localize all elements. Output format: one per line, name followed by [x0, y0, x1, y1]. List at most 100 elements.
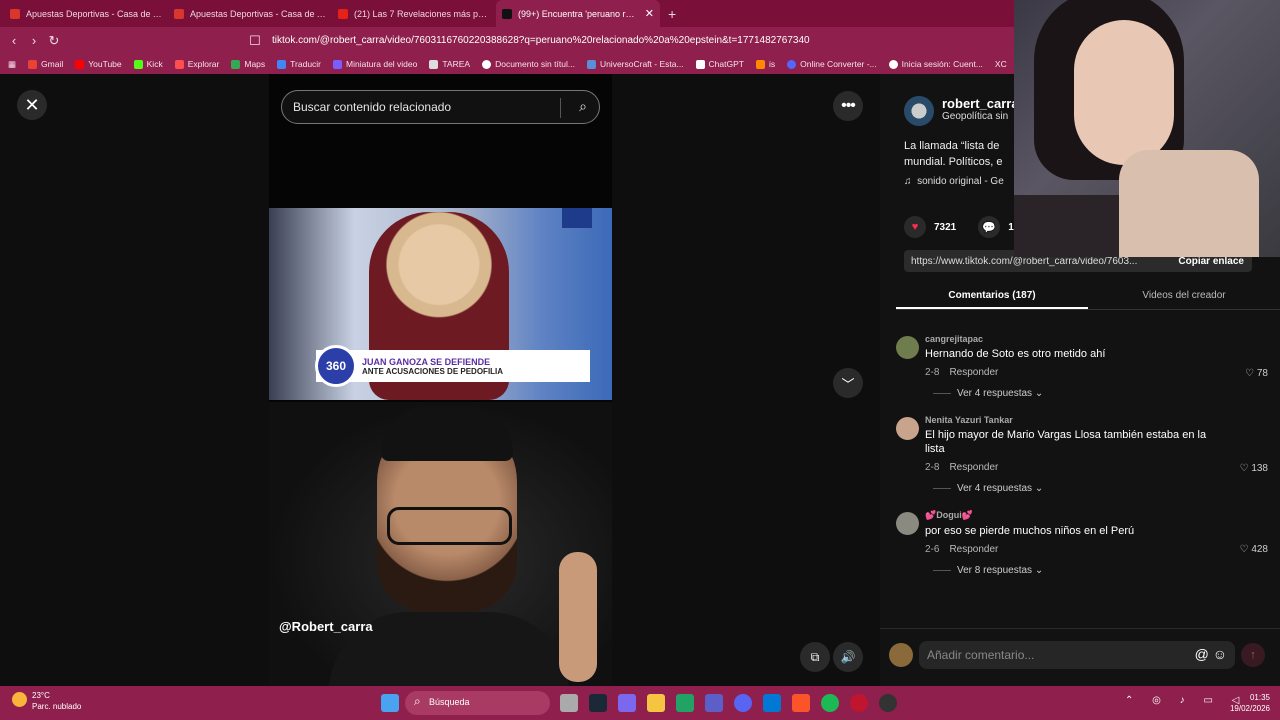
- pip-button[interactable]: ⧉: [800, 642, 830, 672]
- tab-title: (99+) Encuentra 'peruano relacionado': [518, 8, 639, 19]
- tab-comments[interactable]: Comentarios (187): [896, 286, 1088, 309]
- browser-tab-active[interactable]: (99+) Encuentra 'peruano relacionado' ✕: [496, 0, 660, 27]
- search-icon[interactable]: ⌕: [579, 98, 587, 115]
- obs-icon[interactable]: [879, 694, 897, 712]
- lower-third-line1: JUAN GANOZA SE DEFIENDE: [362, 356, 491, 367]
- comment-placeholder: Añadir comentario...: [927, 648, 1035, 662]
- author-avatar[interactable]: [904, 96, 934, 126]
- view-replies-button[interactable]: Ver 4 respuestas ⌄: [933, 388, 1218, 399]
- volume-button[interactable]: 🔊: [833, 642, 863, 672]
- tab-creator-videos[interactable]: Videos del creador: [1088, 286, 1280, 309]
- comment-like[interactable]: ♡ 78: [1245, 368, 1268, 379]
- commenter-avatar[interactable]: [896, 512, 919, 535]
- bookmark-icon[interactable]: ☐: [245, 33, 265, 49]
- browser-tab-3[interactable]: (21) Las 7 Revelaciones más perturbadora…: [332, 0, 496, 27]
- mention-emoji-icons[interactable]: @ ☺: [1195, 646, 1227, 662]
- comment-like[interactable]: ♡ 428: [1240, 544, 1268, 555]
- webcam-face: [1074, 20, 1174, 165]
- share-link[interactable]: https://www.tiktok.com/@robert_carra/vid…: [904, 256, 1170, 267]
- date: 19/02/2026: [1229, 704, 1270, 713]
- browser-tab-2[interactable]: Apuestas Deportivas - Casa de Apuestas: [168, 0, 332, 27]
- copy-link-button[interactable]: Copiar enlace: [1170, 256, 1252, 267]
- reply-button[interactable]: Responder: [949, 544, 998, 555]
- music-note-icon: ♫: [904, 176, 912, 187]
- commenter-name[interactable]: Nenita Yazuri Tankar: [925, 415, 1218, 425]
- bookmark-converter[interactable]: Online Converter -...: [787, 59, 877, 70]
- related-search-input[interactable]: Buscar contenido relacionado ⌕: [281, 90, 600, 124]
- betting-site-icon: [174, 8, 184, 19]
- app-icon[interactable]: [618, 694, 636, 712]
- next-video-button[interactable]: ﹀: [833, 368, 863, 398]
- discord-icon[interactable]: [734, 694, 752, 712]
- comment-like[interactable]: ♡ 138: [1240, 463, 1268, 474]
- comment-icon[interactable]: 💬: [978, 216, 1001, 238]
- view-replies-button[interactable]: Ver 8 respuestas ⌄: [933, 565, 1218, 576]
- start-icon[interactable]: [381, 694, 399, 712]
- forward-icon[interactable]: ›: [24, 33, 44, 48]
- tab-title: Apuestas Deportivas - Casa de Apuestas: [26, 8, 162, 19]
- view-replies-button[interactable]: Ver 4 respuestas ⌄: [933, 483, 1218, 494]
- bookmark-miniatura[interactable]: Miniatura del video: [333, 59, 417, 70]
- bookmark-documento[interactable]: Documento sin títul...: [482, 59, 575, 70]
- comment-item: cangrejitapac Hernando de Soto es otro m…: [896, 334, 1268, 399]
- bookmark-traducir[interactable]: Traducir: [277, 59, 321, 70]
- music-info[interactable]: ♫ sonido original - Ge: [904, 176, 1004, 187]
- panel-tabs: Comentarios (187) Videos del creador: [896, 286, 1280, 310]
- reload-icon[interactable]: ↻: [44, 33, 64, 49]
- bookmark-youtube[interactable]: YouTube: [75, 59, 122, 70]
- back-icon[interactable]: ‹: [4, 33, 24, 48]
- app-red-icon[interactable]: [850, 694, 868, 712]
- arrow-up-icon: ↑: [1250, 649, 1256, 661]
- brave-icon[interactable]: [792, 694, 810, 712]
- url-field[interactable]: tiktok.com/@robert_carra/video/760311676…: [272, 29, 1042, 51]
- bookmark-is[interactable]: is: [755, 59, 775, 70]
- volume-icon: 🔊: [840, 650, 856, 664]
- file-explorer-icon[interactable]: [647, 694, 665, 712]
- comment-like-count: 138: [1251, 463, 1268, 474]
- author-info[interactable]: robert_carra Geopolítica sin: [904, 96, 1019, 126]
- teams-icon[interactable]: [705, 694, 723, 712]
- comment-text: por eso se pierde muchos niños en el Per…: [925, 525, 1135, 537]
- spotify-icon[interactable]: [821, 694, 839, 712]
- bookmark-kick[interactable]: Kick: [133, 59, 163, 70]
- close-tab-icon[interactable]: ✕: [645, 7, 654, 20]
- excel-icon[interactable]: [676, 694, 694, 712]
- bookmark-chatgpt[interactable]: ChatGPT: [695, 59, 744, 70]
- news-lower-third: JUAN GANOZA SE DEFIENDE ANTE ACUSACIONES…: [316, 350, 590, 382]
- bookmark-xc[interactable]: XC: [995, 59, 1007, 69]
- task-view-icon[interactable]: [560, 694, 578, 712]
- more-options-button[interactable]: •••: [833, 91, 863, 121]
- weather-widget[interactable]: 23°C Parc. nublado: [12, 690, 81, 712]
- bookmark-maps[interactable]: Maps: [231, 59, 265, 70]
- reply-button[interactable]: Responder: [949, 367, 998, 378]
- commenter-name[interactable]: 💕Dogui💕: [925, 510, 1218, 521]
- video-player[interactable]: Buscar contenido relacionado ⌕ JUAN GANO…: [269, 74, 612, 686]
- bookmark-inicia-sesion[interactable]: Inicia sesión: Cuent...: [888, 59, 983, 70]
- add-comment-bar: Añadir comentario... @ ☺ ↑: [880, 628, 1280, 686]
- bookmark-universocraft[interactable]: UniversoCraft - Esta...: [586, 59, 684, 70]
- apps-icon[interactable]: ▦: [8, 59, 16, 70]
- commenter-avatar[interactable]: [896, 417, 919, 440]
- author-name[interactable]: robert_carra: [942, 96, 1019, 111]
- commenter-avatar[interactable]: [896, 336, 919, 359]
- reply-button[interactable]: Responder: [949, 462, 998, 473]
- comment-input[interactable]: Añadir comentario... @ ☺: [919, 641, 1235, 669]
- bookmark-gmail[interactable]: Gmail: [28, 59, 63, 70]
- creator-glasses: [387, 507, 512, 545]
- heart-icon[interactable]: ♥: [904, 216, 926, 238]
- bookmark-explorar[interactable]: Explorar: [174, 59, 219, 70]
- close-button[interactable]: ✕: [17, 90, 47, 120]
- my-avatar[interactable]: [889, 643, 913, 667]
- commenter-name[interactable]: cangrejitapac: [925, 334, 1218, 344]
- taskbar-search[interactable]: Búsqueda: [405, 691, 550, 715]
- clock[interactable]: 01:35 19/02/2026: [1222, 692, 1270, 714]
- mail-icon[interactable]: [763, 694, 781, 712]
- browser-tab-1[interactable]: Apuestas Deportivas - Casa de Apuestas: [4, 0, 168, 27]
- send-comment-button[interactable]: ↑: [1241, 643, 1265, 667]
- steam-icon[interactable]: [589, 694, 607, 712]
- new-tab-button[interactable]: +: [668, 6, 676, 22]
- bookmark-tarea[interactable]: TAREA: [429, 59, 470, 70]
- comment-date: 2-8: [925, 462, 940, 473]
- video-stats: ♥ 7321 💬 187: [904, 216, 1025, 238]
- heart-outline-icon: ♡: [1239, 544, 1249, 555]
